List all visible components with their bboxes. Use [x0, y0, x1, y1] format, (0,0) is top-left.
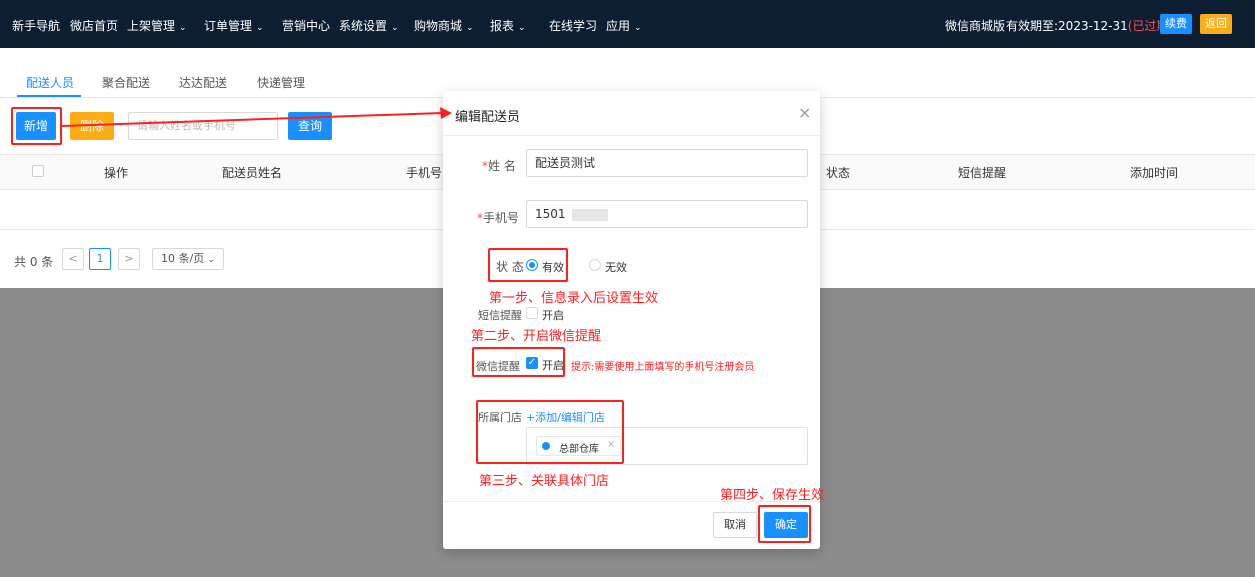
arrow-icon	[61, 107, 452, 127]
